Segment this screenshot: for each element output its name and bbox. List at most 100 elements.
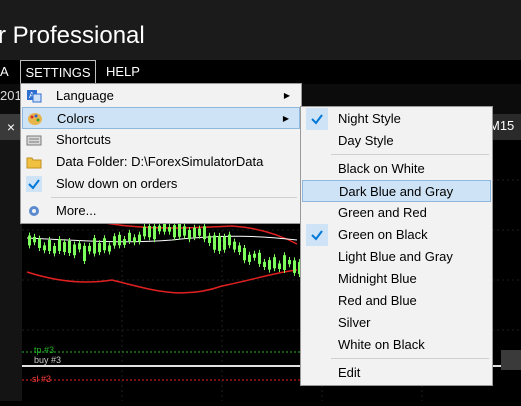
candle-body: [38, 238, 41, 248]
candle-body: [108, 245, 111, 252]
color-option-label: Night Style: [338, 111, 401, 126]
color-option-silver[interactable]: Silver: [302, 312, 491, 334]
candle-body: [78, 243, 81, 250]
window-title: r Professional: [0, 22, 145, 49]
candle-body: [173, 225, 176, 238]
palette-icon: [27, 111, 43, 127]
menu-help[interactable]: HELP: [106, 60, 140, 84]
sl-label: sl #3: [32, 374, 52, 384]
candle-body: [283, 255, 286, 270]
candle-body: [253, 253, 256, 258]
color-option-green-and-red[interactable]: Green and Red: [302, 202, 491, 224]
color-option-label: Silver: [338, 315, 371, 330]
color-option-label: Midnight Blue: [338, 271, 417, 286]
color-option-night-style[interactable]: Night Style: [302, 108, 491, 130]
candle-body: [158, 225, 161, 232]
candle-body: [83, 245, 86, 262]
menu-separator: [331, 358, 489, 359]
color-option-day-style[interactable]: Day Style: [302, 130, 491, 152]
candle-body: [213, 235, 216, 250]
tp-label: tp #3: [34, 345, 55, 355]
buy-label: buy #3: [34, 355, 62, 365]
candle-body: [53, 245, 56, 254]
candle-body: [98, 243, 101, 253]
candle-body: [288, 259, 291, 265]
keyboard-icon: [26, 132, 42, 148]
menu-item-shortcuts[interactable]: Shortcuts: [22, 129, 300, 151]
candle-body: [198, 228, 201, 236]
checkmark-icon: [306, 108, 328, 130]
candle-body: [123, 239, 126, 245]
candle-body: [73, 244, 76, 256]
menu-item-label: Slow down on orders: [56, 176, 178, 191]
color-option-dark-blue-and-gray[interactable]: Dark Blue and Gray: [302, 180, 491, 202]
candle-body: [148, 226, 151, 238]
candle-body: [248, 254, 251, 262]
color-option-edit[interactable]: Edit: [302, 362, 491, 384]
menu-item-more[interactable]: More...: [22, 200, 300, 222]
candle-body: [258, 252, 261, 264]
menu-item-label: Shortcuts: [56, 132, 111, 147]
candle-body: [243, 248, 246, 261]
color-option-label: Dark Blue and Gray: [339, 184, 454, 199]
color-option-light-blue-and-gray[interactable]: Light Blue and Gray: [302, 246, 491, 268]
menu-separator: [331, 154, 489, 155]
candle-body: [168, 227, 171, 232]
color-option-green-on-black[interactable]: Green on Black: [302, 224, 491, 246]
menu-item-data-folder[interactable]: Data Folder: D:\ForexSimulatorData: [22, 151, 300, 173]
candle-body: [228, 234, 231, 246]
color-option-red-and-blue[interactable]: Red and Blue: [302, 290, 491, 312]
language-icon: A: [26, 88, 42, 104]
candle-body: [58, 239, 61, 251]
menu-settings[interactable]: SETTINGS: [20, 60, 96, 84]
corner-mark: [501, 350, 521, 370]
submenu-arrow-icon: ▶: [282, 114, 289, 123]
candle-body: [223, 236, 226, 250]
menu-item-label: More...: [56, 203, 97, 218]
color-option-label: Light Blue and Gray: [338, 249, 453, 264]
close-icon[interactable]: ×: [0, 114, 22, 140]
candle-body: [68, 240, 71, 254]
menu-item-partial[interactable]: A: [0, 60, 18, 84]
color-option-label: Black on White: [338, 161, 425, 176]
candle-body: [118, 234, 121, 246]
candle-body: [188, 229, 191, 240]
color-option-label: Edit: [338, 365, 361, 380]
color-option-black-on-white[interactable]: Black on White: [302, 158, 491, 180]
color-option-label: Green on Black: [338, 227, 428, 242]
candle-body: [218, 235, 221, 251]
candle-body: [233, 241, 236, 250]
candle-body: [128, 232, 131, 242]
candle-body: [238, 245, 241, 253]
candle-body: [143, 226, 146, 237]
submenu-arrow-icon: ▶: [283, 91, 290, 100]
middle-line: [26, 235, 298, 243]
color-option-white-on-black[interactable]: White on Black: [302, 334, 491, 356]
candles: [28, 218, 301, 278]
candle-body: [133, 237, 136, 243]
color-option-label: Green and Red: [338, 205, 427, 220]
candle-body: [28, 235, 31, 246]
lower-band: [26, 269, 298, 294]
candle-body: [208, 235, 211, 243]
color-option-midnight-blue[interactable]: Midnight Blue: [302, 268, 491, 290]
candle-body: [63, 242, 66, 253]
checkmark-icon: [26, 176, 42, 192]
candle-body: [273, 257, 276, 269]
candle-body: [113, 236, 116, 246]
menu-item-slow-down[interactable]: Slow down on orders: [22, 173, 300, 195]
candle-body: [43, 245, 46, 251]
menu-item-language[interactable]: A Language ▶: [22, 85, 300, 107]
menu-item-label: Language: [56, 88, 114, 103]
candle-body: [88, 245, 91, 252]
candle-body: [278, 263, 281, 269]
candle-body: [33, 236, 36, 243]
candle-body: [183, 226, 186, 236]
color-option-label: White on Black: [338, 337, 425, 352]
candle-body: [93, 238, 96, 254]
checkmark-icon: [306, 224, 328, 246]
menu-item-colors[interactable]: Colors ▶: [22, 107, 300, 129]
chart-left-panel: [0, 140, 22, 401]
candle-body: [138, 234, 141, 242]
candle-body: [193, 227, 196, 238]
